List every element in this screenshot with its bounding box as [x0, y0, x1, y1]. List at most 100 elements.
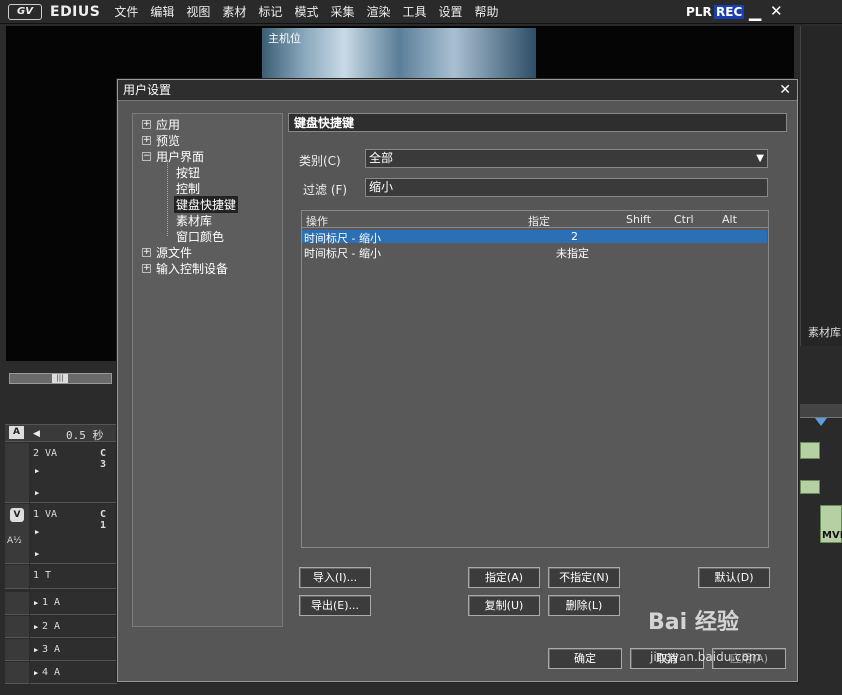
track-slot[interactable] [5, 565, 29, 589]
col-header-ctrl[interactable]: Ctrl [674, 213, 694, 226]
menu-file[interactable]: 文件 [108, 3, 144, 20]
ok-button[interactable]: 确定 [548, 648, 622, 669]
library-tab[interactable]: 素材库 [808, 324, 841, 340]
expand-arrow-icon[interactable]: ▶ [35, 489, 39, 497]
timeline-clip-mvi[interactable]: MVI [820, 505, 842, 543]
track-name: 3 A [42, 644, 61, 655]
default-button[interactable]: 默认(D) [698, 567, 770, 588]
minimize-icon[interactable]: ▁ [749, 2, 761, 21]
rec-mode-badge[interactable]: REC [714, 5, 745, 19]
menu-render[interactable]: 渲染 [360, 3, 396, 20]
close-icon[interactable]: ✕ [779, 80, 791, 101]
zoom-left-arrow-icon[interactable]: ◀ [33, 429, 40, 439]
menu-mode[interactable]: 模式 [288, 3, 324, 20]
expand-plus-icon[interactable]: + [142, 248, 151, 257]
tree-item-source-files[interactable]: 源文件 [156, 244, 192, 261]
edius-app-window: GV EDIUS 文件 编辑 视图 素材 标记 模式 采集 渲染 工具 设置 帮… [0, 0, 842, 695]
menu-view[interactable]: 视图 [180, 3, 216, 20]
tree-item-bin[interactable]: 素材库 [176, 212, 212, 229]
filter-label: 过滤 (F) [303, 183, 348, 197]
track-1a[interactable]: ▶ 1 A [30, 592, 117, 615]
tree-item-application[interactable]: 应用 [156, 116, 180, 133]
tree-item-window-color[interactable]: 窗口颜色 [176, 228, 224, 245]
timeline-lock-icon[interactable]: A [9, 426, 24, 439]
track-3a[interactable]: ▶ 3 A [30, 639, 117, 661]
expand-arrow-icon[interactable]: ▶ [35, 550, 39, 558]
track-2va[interactable]: 2 VA C 3 ▶ ▶ [30, 443, 117, 503]
expand-arrow-icon[interactable]: ▶ [35, 467, 39, 475]
bin-panel [800, 26, 842, 346]
filter-input[interactable]: 缩小 [365, 178, 768, 197]
track-flag: C 1 [100, 509, 107, 531]
expand-arrow-icon[interactable]: ▶ [34, 599, 38, 607]
col-header-alt[interactable]: Alt [722, 213, 737, 226]
track-1va[interactable]: 1 VA C 1 ▶ ▶ [30, 504, 117, 564]
menu-settings[interactable]: 设置 [433, 3, 469, 20]
unassign-button[interactable]: 不指定(N) [548, 567, 620, 588]
export-button[interactable]: 导出(E)... [299, 595, 371, 616]
track-flag: C 3 [100, 448, 107, 470]
track-name: 1 T [33, 570, 52, 581]
track-slot[interactable] [5, 616, 29, 638]
col-header-action[interactable]: 操作 [306, 213, 328, 229]
copy-button[interactable]: 复制(U) [468, 595, 540, 616]
timeline-clip[interactable] [800, 442, 820, 459]
track-2a[interactable]: ▶ 2 A [30, 616, 117, 638]
tree-item-keyboard-shortcuts[interactable]: 键盘快捷键 [174, 196, 239, 213]
menu-tools[interactable]: 工具 [396, 3, 432, 20]
dialog-title-bar[interactable]: 用户设置 ✕ [118, 80, 797, 101]
player-scroll-thumb[interactable]: ||| [52, 374, 68, 383]
menu-capture[interactable]: 采集 [324, 3, 360, 20]
menu-clip[interactable]: 素材 [216, 3, 252, 20]
plr-mode-label[interactable]: PLR [686, 5, 712, 19]
row-action: 时间标尺 - 缩小 [304, 247, 381, 260]
table-row[interactable]: 时间标尺 - 缩小 2 [302, 230, 767, 245]
timeline-ruler[interactable] [800, 404, 842, 418]
menu-help[interactable]: 帮助 [469, 3, 505, 20]
table-row[interactable]: 时间标尺 - 缩小 未指定 [302, 245, 767, 260]
col-header-shift[interactable]: Shift [626, 213, 651, 226]
tree-item-preview[interactable]: 预览 [156, 132, 180, 149]
video-track-icon[interactable]: V [10, 508, 24, 522]
baidu-watermark-logo: Bai 经验 [648, 610, 739, 635]
expand-arrow-icon[interactable]: ▶ [35, 528, 39, 536]
col-header-assign[interactable]: 指定 [528, 213, 550, 229]
timeline-clip[interactable] [800, 480, 820, 494]
track-slot[interactable] [5, 443, 29, 503]
assign-button[interactable]: 指定(A) [468, 567, 540, 588]
list-header: 操作 指定 Shift Ctrl Alt [302, 211, 768, 228]
baidu-watermark-url: jingyan.baidu.com [650, 650, 761, 664]
audio-channel-icon[interactable]: A½ [7, 536, 22, 546]
expand-arrow-icon[interactable]: ▶ [34, 669, 38, 677]
timeline-area[interactable]: MVI [800, 350, 842, 695]
track-slot[interactable] [5, 639, 29, 661]
category-select[interactable]: 全部 ▼ [365, 149, 768, 168]
track-name: 1 A [42, 597, 61, 608]
delete-button[interactable]: 删除(L) [548, 595, 620, 616]
menu-edit[interactable]: 编辑 [144, 3, 180, 20]
expand-arrow-icon[interactable]: ▶ [34, 646, 38, 654]
chevron-down-icon[interactable]: ▼ [756, 150, 764, 167]
expand-arrow-icon[interactable]: ▶ [34, 623, 38, 631]
menu-marker[interactable]: 标记 [252, 3, 288, 20]
tree-item-buttons[interactable]: 按钮 [176, 164, 200, 181]
row-action: 时间标尺 - 缩小 [304, 232, 381, 245]
track-4a[interactable]: ▶ 4 A [30, 662, 117, 684]
tree-item-input-devices[interactable]: 输入控制设备 [156, 260, 228, 277]
expand-plus-icon[interactable]: + [142, 264, 151, 273]
timeline-zoom-label: 0.5 秒 [66, 429, 104, 442]
track-slot[interactable] [5, 662, 29, 684]
dialog-title: 用户设置 [123, 83, 172, 97]
track-slot[interactable]: V A½ [5, 504, 29, 564]
tree-item-control[interactable]: 控制 [176, 180, 200, 197]
track-slot[interactable] [5, 592, 29, 615]
import-button[interactable]: 导入(I)... [299, 567, 371, 588]
settings-tree: + 应用 + 预览 − 用户界面 按钮 控制 键盘快捷键 素材库 窗口颜色 + … [132, 113, 283, 627]
close-icon[interactable]: ✕ [770, 2, 783, 20]
expand-plus-icon[interactable]: + [142, 136, 151, 145]
tree-item-user-interface[interactable]: 用户界面 [156, 148, 204, 165]
collapse-minus-icon[interactable]: − [142, 152, 151, 161]
track-1t[interactable]: 1 T [30, 565, 117, 589]
playhead-icon[interactable] [815, 418, 827, 426]
expand-plus-icon[interactable]: + [142, 120, 151, 129]
